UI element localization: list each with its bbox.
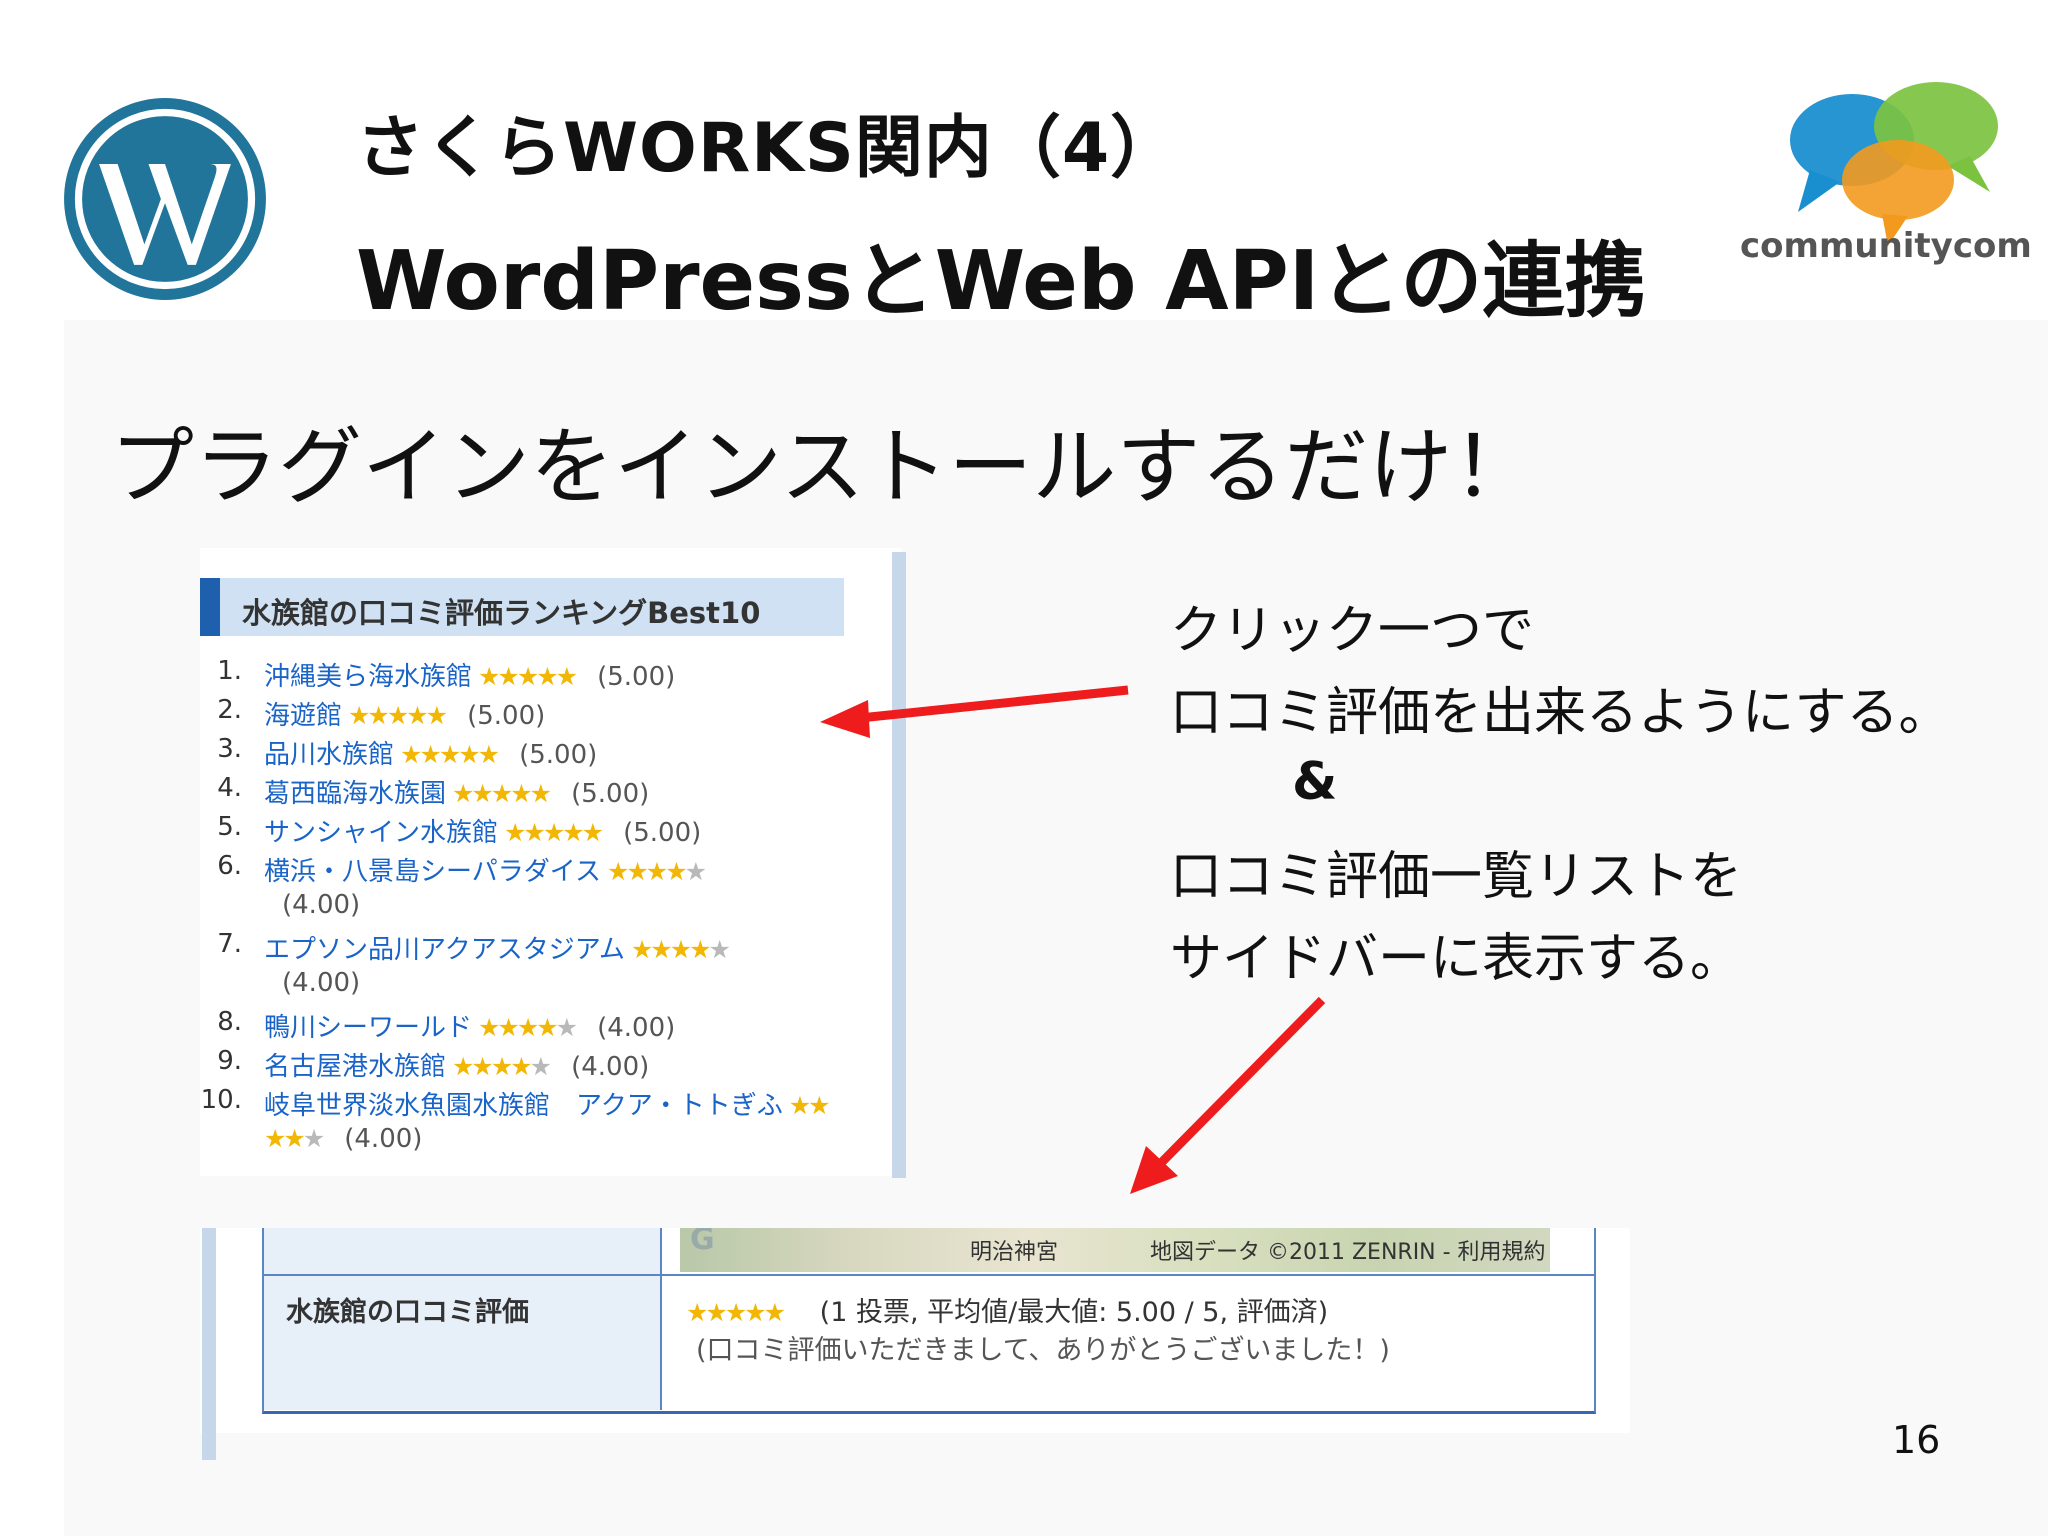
arrowhead-icon bbox=[820, 700, 870, 738]
page-number: 16 bbox=[1892, 1418, 1941, 1462]
content-divider bbox=[202, 1228, 216, 1460]
rating-thanks-message: (口コミ評価いただきまして、ありがとうございました！) bbox=[696, 1335, 1390, 1366]
rating-summary: (1 投票, 平均値/最大値: 5.00 / 5, 評価済) bbox=[819, 1297, 1329, 1328]
rating-stars-icon[interactable]: ★★★★★ bbox=[686, 1298, 786, 1327]
arrow-to-rating-icon bbox=[1156, 996, 1326, 1168]
arrow-to-widget-icon bbox=[859, 685, 1129, 723]
rating-cell: ★★★★★ (1 投票, 平均値/最大値: 5.00 / 5, 評価済) bbox=[686, 1290, 1328, 1329]
rating-row-label: 水族館の口コミ評価 bbox=[286, 1297, 529, 1328]
